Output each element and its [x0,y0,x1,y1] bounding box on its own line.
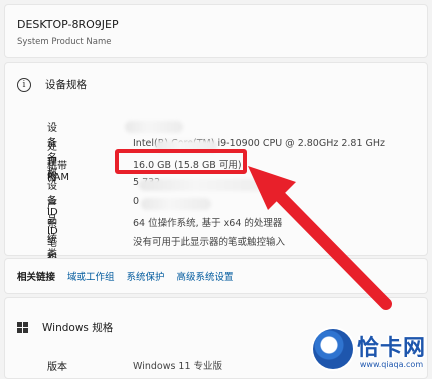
site-watermark: 恰卡网 www.qiaqa.com [312,329,426,369]
device-specs-section[interactable]: i 设备规格 设备名称 处理器 Intel(R) Core(TM) i9-109… [4,62,428,294]
windows-specs-header[interactable]: Windows 规格 [17,320,113,335]
spec-value[interactable]: Windows 11 专业版 [133,358,222,372]
link-domain-workgroup[interactable]: 域或工作组 [67,269,115,283]
device-product-name: System Product Name [17,37,112,47]
redaction-blur [155,140,217,153]
related-links-label: 相关链接 [17,272,56,283]
related-links-bar: 相关链接 域或工作组 系统保护 高级系统设置 [4,258,428,294]
link-advanced-system-settings[interactable]: 高级系统设置 [177,269,234,283]
spec-row-edition: 版本 Windows 11 专业版 [47,358,222,373]
link-system-protection[interactable]: 系统保护 [127,269,165,283]
windows-logo-icon [17,322,28,333]
watermark-text: 恰卡网 [356,335,426,361]
spec-value[interactable]: 0 [133,196,139,207]
windows-specs-title: Windows 规格 [42,322,114,334]
device-specs-title: 设备规格 [45,79,87,91]
spec-value[interactable]: 64 位操作系统, 基于 x64 的处理器 [133,215,282,229]
spec-value[interactable]: 16.0 GB (15.8 GB 可用) [133,157,242,171]
spec-value[interactable]: 没有可用于此显示器的笔或触控输入 [133,234,285,248]
device-name: DESKTOP-8RO9JEP [17,18,119,31]
info-icon: i [17,77,31,92]
redaction-blur [125,121,183,133]
redaction-blur [139,178,279,191]
redaction-blur [141,197,211,210]
watermark-url: www.qiaqa.com [359,359,424,369]
device-name-card: DESKTOP-8RO9JEP System Product Name [4,4,428,58]
watermark-logo-icon [312,329,353,369]
device-specs-header[interactable]: i 设备规格 [17,77,87,92]
spec-label: 版本 [47,362,67,373]
